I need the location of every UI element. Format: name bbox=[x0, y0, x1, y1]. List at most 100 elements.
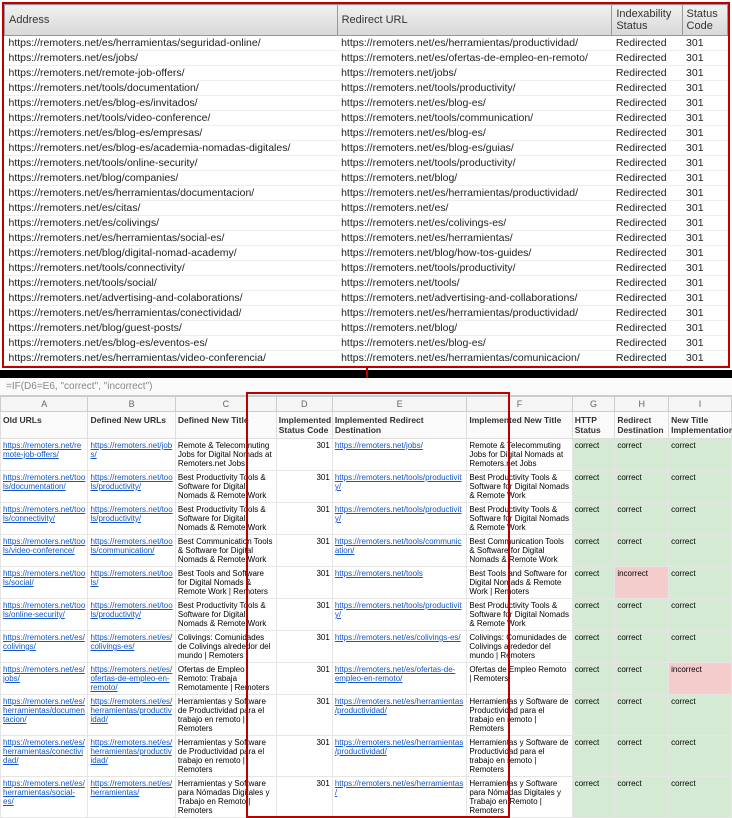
url-link[interactable]: https://remoters.net/es/herramientas/ bbox=[335, 779, 464, 797]
url-link[interactable]: https://remoters.net/es/herramientas/con… bbox=[3, 738, 85, 765]
sheet-cell[interactable]: Best Productivity Tools & Software for D… bbox=[175, 503, 276, 535]
table-row[interactable]: https://remoters.net/remote-job-offers/h… bbox=[5, 66, 728, 81]
url-link[interactable]: https://remoters.net/es/ofertas-de-emple… bbox=[90, 665, 172, 692]
sheet-cell[interactable]: correct bbox=[615, 777, 669, 818]
sheet-cell[interactable]: https://remoters.net/tools/social/ bbox=[1, 567, 88, 599]
sheet-cell[interactable]: correct bbox=[615, 631, 669, 663]
sheet-cell[interactable]: Remote & Telecommuting Jobs for Digital … bbox=[467, 439, 572, 471]
top-header-3[interactable]: Status Code bbox=[682, 5, 727, 36]
sheet-cell[interactable]: correct bbox=[669, 631, 732, 663]
col-letter-B[interactable]: B bbox=[88, 397, 175, 412]
sheet-cell[interactable]: Best Productivity Tools & Software for D… bbox=[467, 471, 572, 503]
sheet-cell[interactable]: correct bbox=[615, 599, 669, 631]
top-header-0[interactable]: Address bbox=[5, 5, 338, 36]
sheet-cell[interactable]: https://remoters.net/tools/communication… bbox=[88, 535, 175, 567]
sheet-cell[interactable]: correct bbox=[572, 471, 615, 503]
sheet-cell[interactable]: https://remoters.net/tools/productivity/ bbox=[88, 599, 175, 631]
sheet-cell[interactable]: Herramientas y Software de Productividad… bbox=[467, 695, 572, 736]
sheet-cell[interactable]: Best Communication Tools & Software for … bbox=[175, 535, 276, 567]
table-row[interactable]: https://remoters.net/es/herramientas/vid… bbox=[5, 351, 728, 366]
sheet-cell[interactable]: https://remoters.net/tools/productivity/ bbox=[88, 503, 175, 535]
top-header-2[interactable]: Indexability Status bbox=[612, 5, 682, 36]
url-link[interactable]: https://remoters.net/tools/productivity/ bbox=[335, 473, 462, 491]
sheet-cell[interactable]: https://remoters.net/tools/video-confere… bbox=[1, 535, 88, 567]
table-row[interactable]: https://remoters.net/tools/social/https:… bbox=[5, 276, 728, 291]
sheet-cell[interactable]: correct bbox=[572, 567, 615, 599]
table-row[interactable]: https://remoters.net/es/blog-es/invitado… bbox=[5, 96, 728, 111]
sheet-cell[interactable]: 301 bbox=[276, 439, 332, 471]
url-link[interactable]: https://remoters.net/tools/online-securi… bbox=[3, 601, 85, 619]
sheet-cell[interactable]: https://remoters.net/es/ofertas-de-emple… bbox=[332, 663, 467, 695]
table-row[interactable]: https://remoters.net/es/citas/https://re… bbox=[5, 201, 728, 216]
url-link[interactable]: https://remoters.net/tools/video-confere… bbox=[3, 537, 85, 555]
sheet-cell[interactable]: 301 bbox=[276, 471, 332, 503]
url-link[interactable]: https://remoters.net/tools/productivity/ bbox=[90, 505, 172, 523]
table-row[interactable]: https://remoters.net/es/blog-es/academia… bbox=[5, 141, 728, 156]
col-letter-I[interactable]: I bbox=[669, 397, 732, 412]
sheet-cell[interactable]: https://remoters.net/es/colivings/ bbox=[1, 631, 88, 663]
sheet-cell[interactable]: https://remoters.net/es/herramientas/con… bbox=[1, 736, 88, 777]
sheet-cell[interactable]: https://remoters.net/tools/connectivity/ bbox=[1, 503, 88, 535]
sheet-cell[interactable]: https://remoters.net/tools/productivity/ bbox=[88, 471, 175, 503]
table-row[interactable]: https://remoters.net/blog/digital-nomad-… bbox=[5, 246, 728, 261]
url-link[interactable]: https://remoters.net/es/herramientas/ bbox=[90, 779, 172, 797]
table-row[interactable]: https://remoters.net/tools/online-securi… bbox=[5, 156, 728, 171]
url-link[interactable]: https://remoters.net/es/colivings-es/ bbox=[90, 633, 172, 651]
sheet-cell[interactable]: https://remoters.net/jobs/ bbox=[332, 439, 467, 471]
table-row[interactable]: https://remoters.net/advertising-and-col… bbox=[5, 291, 728, 306]
sheet-cell[interactable]: correct bbox=[669, 503, 732, 535]
sheet-cell[interactable]: Ofertas de Empleo Remoto: Trabaja Remota… bbox=[175, 663, 276, 695]
sheet-header-2[interactable]: Defined New Title bbox=[175, 412, 276, 439]
sheet-cell[interactable]: incorrect bbox=[615, 567, 669, 599]
table-row[interactable]: https://remoters.net/es/colivings/https:… bbox=[5, 216, 728, 231]
sheet-cell[interactable]: correct bbox=[572, 439, 615, 471]
sheet-cell[interactable]: Herramientas y Software de Productividad… bbox=[175, 695, 276, 736]
sheet-cell[interactable]: https://remoters.net/es/colivings-es/ bbox=[332, 631, 467, 663]
sheet-cell[interactable]: https://remoters.net/tools/online-securi… bbox=[1, 599, 88, 631]
sheet-row[interactable]: https://remoters.net/es/herramientas/con… bbox=[1, 736, 732, 777]
sheet-header-4[interactable]: Implemented Redirect Destination bbox=[332, 412, 467, 439]
sheet-cell[interactable]: Best Productivity Tools & Software for D… bbox=[175, 471, 276, 503]
sheet-cell[interactable]: https://remoters.net/tools/productivity/ bbox=[332, 471, 467, 503]
table-row[interactable]: https://remoters.net/es/herramientas/con… bbox=[5, 306, 728, 321]
sheet-cell[interactable]: correct bbox=[615, 471, 669, 503]
sheet-cell[interactable]: https://remoters.net/remote-job-offers/ bbox=[1, 439, 88, 471]
sheet-cell[interactable]: incorrect bbox=[669, 663, 732, 695]
table-row[interactable]: https://remoters.net/es/herramientas/seg… bbox=[5, 36, 728, 51]
url-link[interactable]: https://remoters.net/es/colivings-es/ bbox=[335, 633, 461, 642]
url-link[interactable]: https://remoters.net/jobs/ bbox=[90, 441, 172, 459]
url-link[interactable]: https://remoters.net/es/jobs/ bbox=[3, 665, 85, 683]
sheet-cell[interactable]: correct bbox=[615, 535, 669, 567]
table-row[interactable]: https://remoters.net/es/herramientas/doc… bbox=[5, 186, 728, 201]
sheet-cell[interactable]: correct bbox=[615, 695, 669, 736]
sheet-row[interactable]: https://remoters.net/tools/documentation… bbox=[1, 471, 732, 503]
sheet-cell[interactable]: https://remoters.net/tools/productivity/ bbox=[332, 599, 467, 631]
col-letter-A[interactable]: A bbox=[1, 397, 88, 412]
top-header-1[interactable]: Redirect URL bbox=[337, 5, 612, 36]
url-link[interactable]: https://remoters.net/tools/ bbox=[90, 569, 172, 587]
sheet-cell[interactable]: Herramientas y Software para Nómadas Dig… bbox=[175, 777, 276, 818]
url-link[interactable]: https://remoters.net/tools/productivity/ bbox=[90, 601, 172, 619]
sheet-cell[interactable]: https://remoters.net/es/herramientas/pro… bbox=[332, 736, 467, 777]
sheet-cell[interactable]: https://remoters.net/es/colivings-es/ bbox=[88, 631, 175, 663]
col-letter-F[interactable]: F bbox=[467, 397, 572, 412]
sheet-row[interactable]: https://remoters.net/tools/video-confere… bbox=[1, 535, 732, 567]
sheet-cell[interactable]: correct bbox=[572, 503, 615, 535]
sheet-cell[interactable]: https://remoters.net/es/herramientas/pro… bbox=[332, 695, 467, 736]
table-row[interactable]: https://remoters.net/es/herramientas/soc… bbox=[5, 231, 728, 246]
sheet-cell[interactable]: https://remoters.net/es/herramientas/doc… bbox=[1, 695, 88, 736]
sheet-row[interactable]: https://remoters.net/es/colivings/https:… bbox=[1, 631, 732, 663]
url-link[interactable]: https://remoters.net/tools/documentation… bbox=[3, 473, 85, 491]
sheet-cell[interactable]: https://remoters.net/es/herramientas/ bbox=[88, 777, 175, 818]
sheet-cell[interactable]: Remote & Telecommuting Jobs for Digital … bbox=[175, 439, 276, 471]
formula-bar[interactable]: =IF(D6=E6, "correct", "incorrect") bbox=[0, 378, 732, 396]
sheet-cell[interactable]: correct bbox=[669, 567, 732, 599]
url-link[interactable]: https://remoters.net/es/herramientas/doc… bbox=[3, 697, 85, 724]
sheet-cell[interactable]: Ofertas de Empleo Remoto | Remoters bbox=[467, 663, 572, 695]
sheet-cell[interactable]: correct bbox=[572, 663, 615, 695]
sheet-header-6[interactable]: HTTP Status bbox=[572, 412, 615, 439]
sheet-cell[interactable]: https://remoters.net/es/herramientas/ bbox=[332, 777, 467, 818]
sheet-cell[interactable]: https://remoters.net/tools/ bbox=[88, 567, 175, 599]
sheet-cell[interactable]: correct bbox=[572, 631, 615, 663]
sheet-cell[interactable]: Best Productivity Tools & Software for D… bbox=[467, 503, 572, 535]
